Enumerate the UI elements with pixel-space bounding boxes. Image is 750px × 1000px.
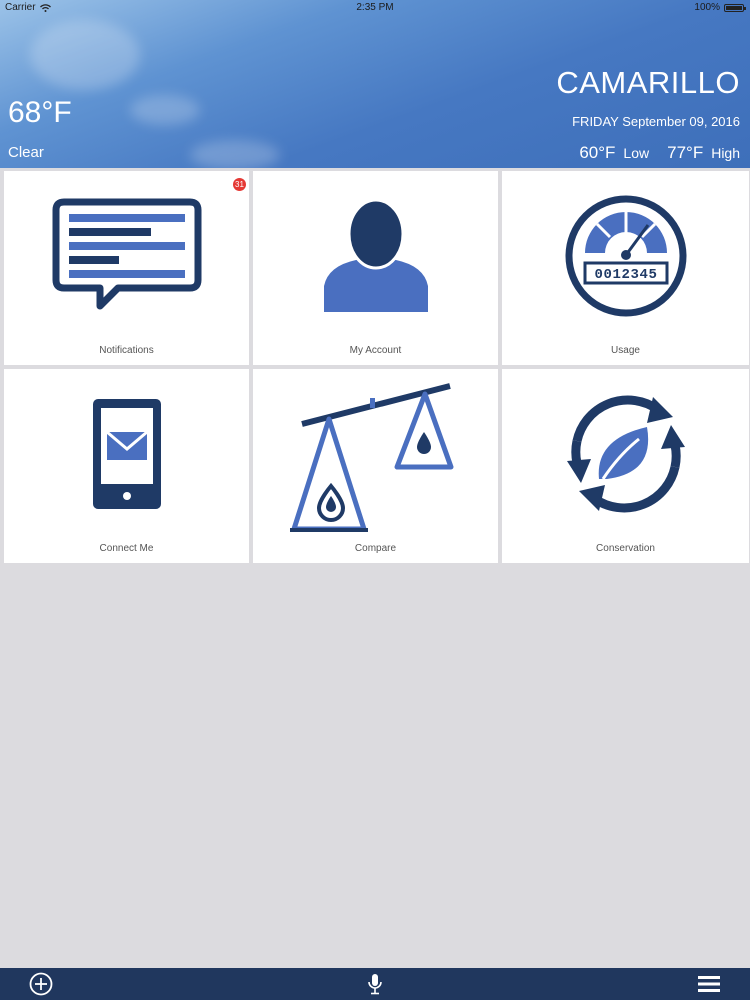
tile-label: Usage bbox=[611, 345, 640, 356]
cloud-decoration bbox=[190, 140, 280, 168]
meter-readout: 0012345 bbox=[594, 267, 657, 283]
phone-mail-icon bbox=[92, 399, 161, 509]
tile-label: Connect Me bbox=[99, 543, 154, 554]
weather-header: Carrier 2:35 PM 100% 68°F Clear CAMARILL… bbox=[0, 0, 750, 168]
notifications-tile[interactable]: 31 Notifications bbox=[4, 171, 249, 365]
microphone-icon bbox=[368, 974, 382, 995]
balance-scale-icon bbox=[289, 383, 453, 532]
status-time: 2:35 PM bbox=[356, 2, 394, 13]
cloud-decoration bbox=[130, 95, 200, 125]
battery-icon bbox=[724, 3, 746, 12]
current-temperature: 68°F bbox=[8, 96, 72, 129]
compare-tile[interactable]: Compare bbox=[253, 369, 498, 563]
tile-label: Conservation bbox=[596, 543, 655, 554]
voice-button[interactable] bbox=[360, 968, 390, 1000]
low-label: Low bbox=[623, 145, 650, 161]
high-label: High bbox=[711, 145, 740, 161]
add-circle-icon bbox=[29, 972, 53, 996]
tile-label: My Account bbox=[349, 345, 402, 356]
weather-date: FRIDAY September 09, 2016 bbox=[572, 114, 740, 129]
notification-count-badge: 31 bbox=[233, 178, 246, 191]
recycle-leaf-icon bbox=[566, 395, 685, 513]
high-temperature: 77°F bbox=[667, 143, 704, 162]
user-silhouette-icon bbox=[323, 198, 428, 312]
dashboard-grid: 31 Notifications My Account 0012345 Usag… bbox=[4, 171, 749, 563]
menu-icon bbox=[698, 976, 720, 992]
temperature-range: 60°F Low 77°F High bbox=[579, 143, 740, 163]
conservation-tile[interactable]: Conservation bbox=[502, 369, 749, 563]
my-account-tile[interactable]: My Account bbox=[253, 171, 498, 365]
menu-button[interactable] bbox=[692, 968, 726, 1000]
weather-condition: Clear bbox=[8, 144, 44, 161]
meter-gauge-icon: 0012345 bbox=[565, 195, 686, 317]
low-temperature: 60°F bbox=[579, 143, 616, 162]
chat-bubble-icon bbox=[52, 198, 201, 310]
tile-label: Notifications bbox=[99, 345, 154, 356]
usage-tile[interactable]: 0012345 Usage bbox=[502, 171, 749, 365]
bottom-tab-bar bbox=[0, 968, 750, 1000]
connect-me-tile[interactable]: Connect Me bbox=[4, 369, 249, 563]
status-bar: Carrier 2:35 PM 100% bbox=[0, 0, 750, 16]
cloud-decoration bbox=[30, 20, 140, 90]
battery-percent: 100% bbox=[694, 2, 720, 13]
add-button[interactable] bbox=[24, 968, 58, 1000]
city-name: CAMARILLO bbox=[556, 65, 740, 100]
tile-label: Compare bbox=[354, 543, 397, 554]
